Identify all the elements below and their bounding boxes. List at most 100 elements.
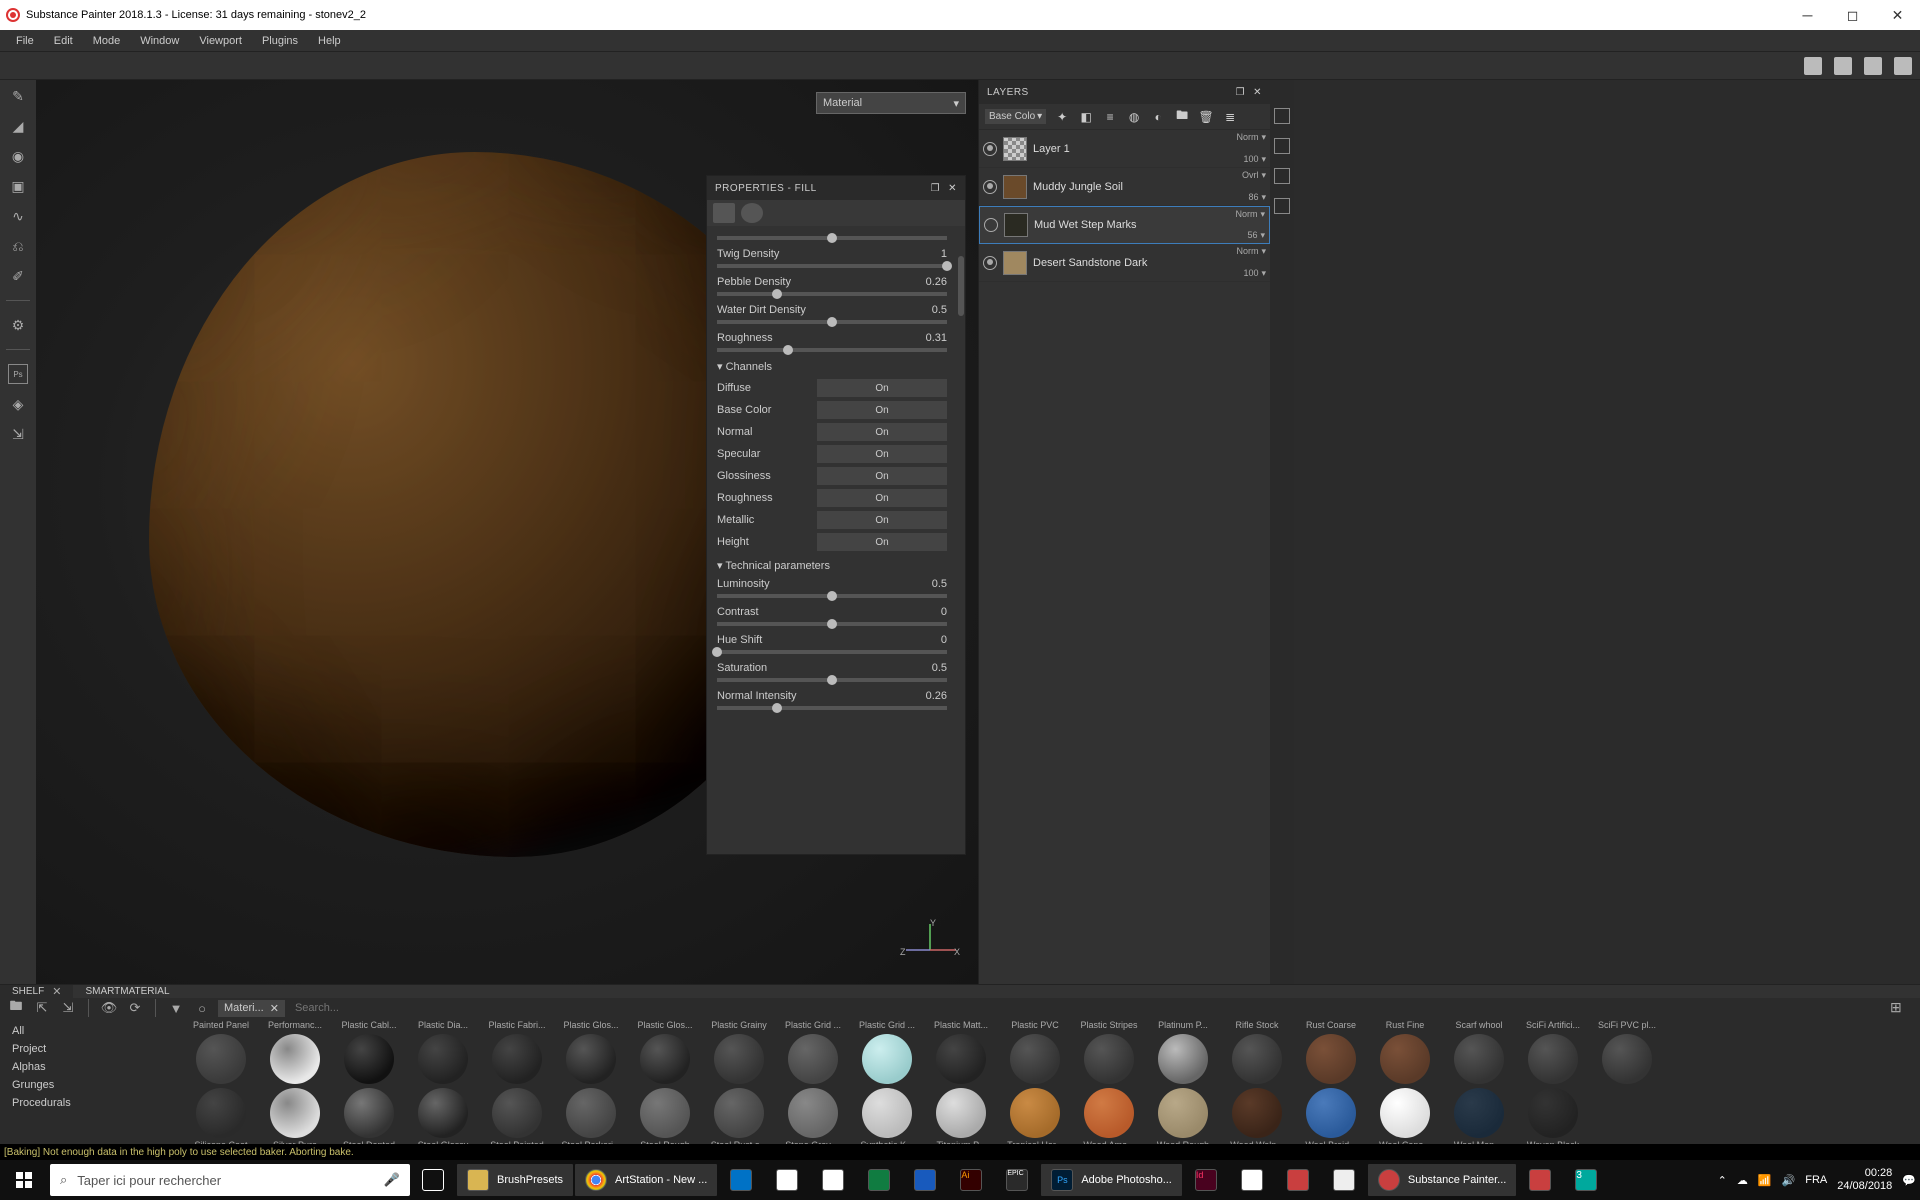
- channel-dropdown[interactable]: Base Colo▾: [985, 109, 1046, 124]
- notification-icon[interactable]: 💬: [1902, 1174, 1916, 1187]
- slider-pebble-density[interactable]: Pebble Density0.26: [717, 276, 961, 296]
- camera-video-icon[interactable]: [1864, 57, 1882, 75]
- material-thumbnail[interactable]: Wood Rough: [1150, 1088, 1216, 1152]
- material-thumbnail[interactable]: Performanc...: [262, 1020, 328, 1084]
- taskbar-id-icon[interactable]: Id: [1183, 1160, 1229, 1200]
- material-thumbnail[interactable]: Wool Braid...: [1298, 1088, 1364, 1152]
- shelf-category[interactable]: Project: [0, 1040, 180, 1058]
- menu-help[interactable]: Help: [308, 35, 351, 47]
- material-thumbnail[interactable]: Wood Ame...: [1076, 1088, 1142, 1152]
- slider-hue-shift[interactable]: Hue Shift0: [717, 634, 961, 654]
- smudge-tool-icon[interactable]: ∿: [8, 206, 28, 226]
- perspective-icon[interactable]: [1804, 57, 1822, 75]
- settings-icon[interactable]: ⚙: [8, 315, 28, 335]
- side-tab-1-icon[interactable]: [1274, 108, 1290, 124]
- taskbar-app-explorer[interactable]: BrushPresets: [457, 1164, 573, 1196]
- layer-item[interactable]: Muddy Jungle SoilOvrl▾86▾: [979, 168, 1270, 206]
- minimize-button[interactable]: ─: [1785, 0, 1830, 30]
- task-view-button[interactable]: [410, 1160, 456, 1200]
- taskbar-store-icon[interactable]: [1517, 1160, 1563, 1200]
- shelf-category[interactable]: Grunges: [0, 1076, 180, 1094]
- menu-viewport[interactable]: Viewport: [189, 35, 252, 47]
- shelf-category[interactable]: All: [0, 1022, 180, 1040]
- channel-toggle[interactable]: On: [817, 379, 947, 397]
- slider-top[interactable]: [717, 232, 961, 240]
- menu-edit[interactable]: Edit: [44, 35, 83, 47]
- close-button[interactable]: ✕: [1875, 0, 1920, 30]
- tray-cloud-icon[interactable]: ☁: [1737, 1174, 1748, 1187]
- taskbar-3ds-icon[interactable]: 3: [1563, 1160, 1609, 1200]
- stack-icon[interactable]: ≡: [1102, 109, 1118, 125]
- layer-item[interactable]: Mud Wet Step MarksNorm▾56▾: [979, 206, 1270, 244]
- slider-contrast[interactable]: Contrast0: [717, 606, 961, 626]
- blend-mode[interactable]: Norm: [1236, 132, 1258, 143]
- fill-tab-icon[interactable]: [713, 203, 735, 223]
- visibility-toggle-icon[interactable]: [983, 142, 997, 156]
- visibility-toggle-icon[interactable]: [983, 180, 997, 194]
- menu-file[interactable]: File: [6, 35, 44, 47]
- export-icon[interactable]: ⇲: [8, 424, 28, 444]
- folder-icon[interactable]: 🖿: [1174, 109, 1190, 125]
- channel-toggle[interactable]: On: [817, 467, 947, 485]
- taskbar-calc-icon[interactable]: ⊞: [810, 1160, 856, 1200]
- filter-chip[interactable]: Materi...✕: [218, 1000, 285, 1017]
- slider-luminosity[interactable]: Luminosity0.5: [717, 578, 961, 598]
- visibility-icon[interactable]: 👁: [99, 998, 119, 1018]
- material-thumbnail[interactable]: SciFi Artifici...: [1520, 1020, 1586, 1084]
- opacity-value[interactable]: 100: [1243, 268, 1258, 279]
- shelf-category[interactable]: Alphas: [0, 1058, 180, 1076]
- material-thumbnail[interactable]: Plastic Stripes: [1076, 1020, 1142, 1084]
- material-thumbnail[interactable]: Steel Rough: [632, 1088, 698, 1152]
- brush-tool-icon[interactable]: ✎: [8, 86, 28, 106]
- channel-toggle[interactable]: On: [817, 533, 947, 551]
- side-tab-2-icon[interactable]: [1274, 138, 1290, 154]
- menu-window[interactable]: Window: [130, 35, 189, 47]
- material-thumbnail[interactable]: Painted Panel: [188, 1020, 254, 1084]
- taskbar-sticky-icon[interactable]: [1321, 1160, 1367, 1200]
- taskbar-ai-icon[interactable]: Ai: [948, 1160, 994, 1200]
- channel-toggle[interactable]: On: [817, 445, 947, 463]
- layer-item[interactable]: Desert Sandstone DarkNorm▾100▾: [979, 244, 1270, 282]
- channel-toggle[interactable]: On: [817, 511, 947, 529]
- material-tab-icon[interactable]: [741, 203, 763, 223]
- material-thumbnail[interactable]: Stone Grey ...: [780, 1088, 846, 1152]
- material-thumbnail[interactable]: Plastic PVC: [1002, 1020, 1068, 1084]
- taskbar-excel-icon[interactable]: [856, 1160, 902, 1200]
- close-panel-icon[interactable]: ✕: [948, 183, 957, 194]
- material-thumbnail[interactable]: Plastic Fabri...: [484, 1020, 550, 1084]
- filter-icon[interactable]: ▼: [166, 998, 186, 1018]
- taskbar-search[interactable]: ⌕ Taper ici pour rechercher 🎤: [50, 1164, 410, 1196]
- material-thumbnail[interactable]: Plastic Matt...: [928, 1020, 994, 1084]
- material-thumbnail[interactable]: Silver Pure: [262, 1088, 328, 1152]
- opacity-value[interactable]: 100: [1243, 154, 1258, 165]
- mask-icon[interactable]: ◧: [1078, 109, 1094, 125]
- material-thumbnail[interactable]: Platinum P...: [1150, 1020, 1216, 1084]
- material-thumbnail[interactable]: Scarf whool: [1446, 1020, 1512, 1084]
- chip-close-icon[interactable]: ✕: [270, 1002, 279, 1015]
- channel-toggle[interactable]: On: [817, 489, 947, 507]
- import-icon[interactable]: ⇱: [32, 998, 52, 1018]
- shelf-tab-smartmaterial[interactable]: SMARTMATERIAL: [73, 985, 181, 998]
- visibility-toggle-icon[interactable]: [983, 256, 997, 270]
- material-thumbnail[interactable]: Plastic Glos...: [558, 1020, 624, 1084]
- material-thumbnail[interactable]: Steel Glossy: [410, 1088, 476, 1152]
- side-tab-4-icon[interactable]: [1274, 198, 1290, 214]
- taskbar-notes-icon[interactable]: [1229, 1160, 1275, 1200]
- taskbar-app-photoshop[interactable]: PsAdobe Photosho...: [1041, 1164, 1182, 1196]
- side-tab-3-icon[interactable]: [1274, 168, 1290, 184]
- material-thumbnail[interactable]: Rust Coarse: [1298, 1020, 1364, 1084]
- refresh-icon[interactable]: ⟳: [125, 998, 145, 1018]
- start-button[interactable]: [0, 1160, 48, 1200]
- eraser-tool-icon[interactable]: ◢: [8, 116, 28, 136]
- properties-scrollbar[interactable]: [958, 256, 964, 316]
- technical-section[interactable]: Technical parameters: [717, 559, 961, 572]
- export-shelf-icon[interactable]: ⇲: [58, 998, 78, 1018]
- iray-icon[interactable]: ◈: [8, 394, 28, 414]
- slider-roughness[interactable]: Roughness0.31: [717, 332, 961, 352]
- effect-icon[interactable]: ✦: [1054, 109, 1070, 125]
- slider-normal-intensity[interactable]: Normal Intensity0.26: [717, 690, 961, 710]
- opacity-value[interactable]: 86: [1248, 192, 1258, 203]
- taskbar-app-chrome[interactable]: ArtStation - New ...: [575, 1164, 717, 1196]
- ps-export-icon[interactable]: Ps: [8, 364, 28, 384]
- menu-mode[interactable]: Mode: [83, 35, 131, 47]
